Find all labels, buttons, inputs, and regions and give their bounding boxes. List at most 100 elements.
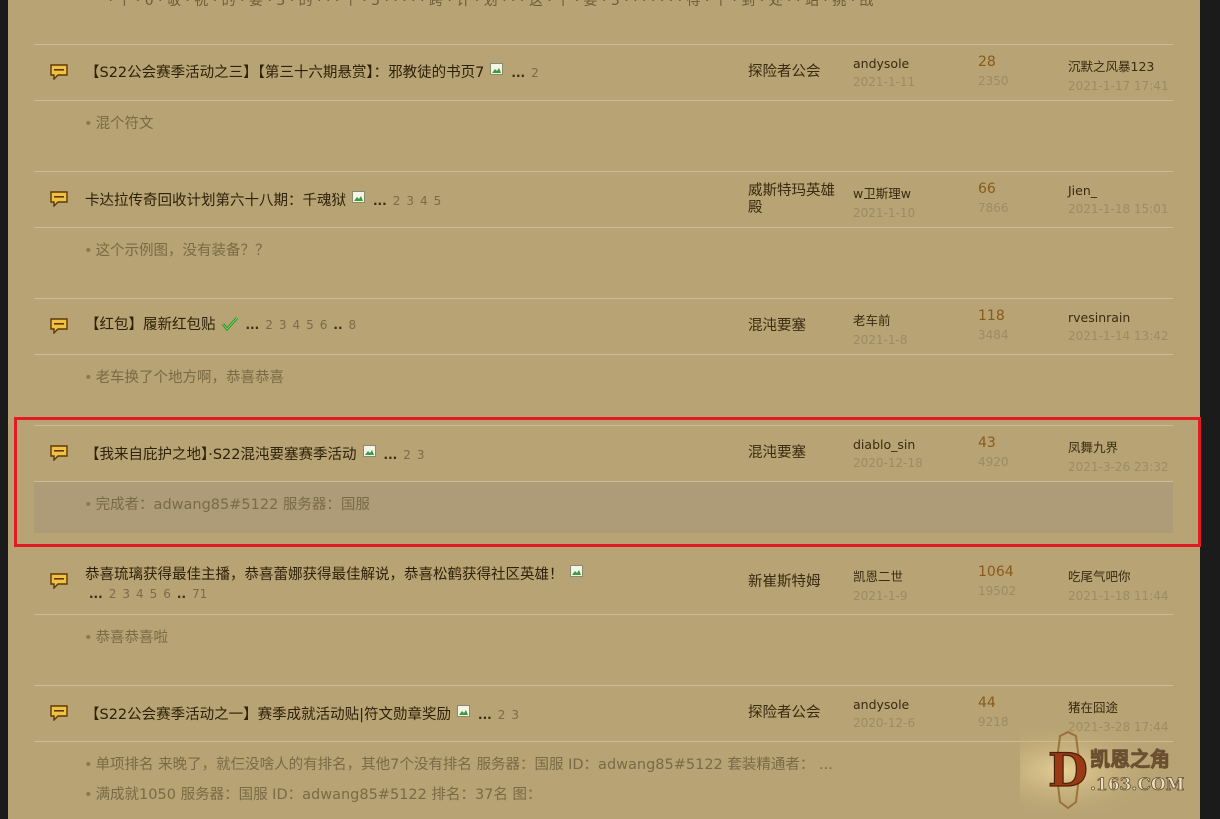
page-link[interactable]: 2 xyxy=(393,194,401,208)
reply-count: 118 xyxy=(978,308,1005,324)
page-link[interactable]: 8 xyxy=(349,318,357,332)
thread-stats: 118 3484 xyxy=(978,308,1009,342)
view-count: 3484 xyxy=(978,328,1009,342)
last-reply-time[interactable]: 2021-1-18 15:01 xyxy=(1068,202,1169,216)
reply-count: 44 xyxy=(978,695,996,711)
post-date: 2020-12-6 xyxy=(853,716,916,730)
thread-row: 卡达拉传奇回收计划第六十八期：千魂狱 ... 2 3 4 5 威斯特玛英雄殿 w卫斯理w 2… xyxy=(34,171,1173,296)
last-reply-time[interactable]: 2021-1-18 11:44 xyxy=(1068,589,1169,603)
page-link[interactable]: 5 xyxy=(434,194,442,208)
image-attachment-icon xyxy=(457,703,471,717)
thread-pages-line: ... 2 3 4 5 6.. 71 xyxy=(89,584,213,604)
post-date: 2021-1-8 xyxy=(853,333,908,347)
last-reply-user[interactable]: 猪在囧途 xyxy=(1068,700,1118,715)
reply-preview[interactable]: 混个符文 xyxy=(84,112,154,133)
author-info: andysole 2020-12-6 xyxy=(853,697,915,730)
page-link[interactable]: 2 xyxy=(531,66,539,80)
image-attachment-icon xyxy=(569,563,583,577)
logo-letter: D xyxy=(1048,743,1088,797)
speech-bubble-icon[interactable] xyxy=(50,64,68,80)
last-reply-user[interactable]: rvesinrain xyxy=(1068,310,1130,325)
page-link[interactable]: 6 xyxy=(320,318,328,332)
author-link[interactable]: andysole xyxy=(853,56,909,71)
author-link[interactable]: andysole xyxy=(853,697,909,712)
last-reply-user[interactable]: 沉默之风暴123 xyxy=(1068,59,1154,74)
thread-title-line: 恭喜琉璃获得最佳主播，恭喜蕾娜获得最佳解说，恭喜松鹤获得社区英雄！ xyxy=(85,563,583,585)
author-link[interactable]: w卫斯理w xyxy=(853,186,911,201)
reply-count: 66 xyxy=(978,181,996,197)
last-reply-info: Jien_ 2021-1-18 15:01 xyxy=(1068,183,1169,216)
thread-stats: 28 2350 xyxy=(978,54,1009,88)
thread-title-link[interactable]: 【S22公会赛季活动之三】【第三十六期悬赏】：邪教徒的书页7 xyxy=(85,65,484,81)
reply-preview[interactable]: 满成就1050 服务器：国服 ID：adwang85#5122 排名：37名 图… xyxy=(84,783,542,804)
page-link[interactable]: 2 xyxy=(109,587,117,601)
page-link[interactable]: 71 xyxy=(192,587,207,601)
view-count: 2350 xyxy=(978,74,1009,88)
thread-title-link[interactable]: 【红包】履新红包贴 xyxy=(85,317,216,333)
page-link[interactable]: 4 xyxy=(136,587,144,601)
reply-preview[interactable]: 老车换了个地方啊，恭喜恭喜 xyxy=(84,366,285,387)
forum-link[interactable]: 探险者公会 xyxy=(748,705,848,722)
thread-title-link[interactable]: 恭喜琉璃获得最佳主播，恭喜蕾娜获得最佳解说，恭喜松鹤获得社区英雄！ xyxy=(85,567,564,583)
page-link[interactable]: 5 xyxy=(306,318,314,332)
site-logo-watermark: D 凯恩之角 .163.COM xyxy=(1020,728,1195,813)
thread-row: 【S22公会赛季活动之三】【第三十六期悬赏】：邪教徒的书页7 ... 2 探险者公会… xyxy=(34,44,1173,169)
page-link[interactable]: 4 xyxy=(292,318,300,332)
thread-row: 【红包】履新红包贴 ... 2 3 4 5 6.. 8 混沌要塞 老车前 2021-1-8 11… xyxy=(34,298,1173,423)
page-link[interactable]: 3 xyxy=(406,194,414,208)
last-reply-info: 沉默之风暴123 2021-1-17 17:41 xyxy=(1068,56,1169,93)
cut-off-preview-text: 一 · 个 · 0 · 敬 · 祝 · 的 · 要 · 3 · 的 · · · … xyxy=(90,0,874,9)
speech-bubble-icon[interactable] xyxy=(50,191,68,207)
logo-domain: .163.COM xyxy=(1090,775,1185,795)
highlight-outline xyxy=(14,417,1201,547)
thread-title-line: 卡达拉传奇回收计划第六十八期：千魂狱 ... 2 3 4 5 xyxy=(85,189,447,211)
forum-link[interactable]: 探险者公会 xyxy=(748,64,848,81)
forum-link[interactable]: 混沌要塞 xyxy=(748,318,848,335)
page-links: ... 2 xyxy=(511,66,539,80)
page-link[interactable]: 2 xyxy=(265,318,273,332)
post-date: 2021-1-11 xyxy=(853,75,916,89)
page-link[interactable]: 4 xyxy=(420,194,428,208)
page-link[interactable]: 3 xyxy=(122,587,130,601)
page-links: ... 2 3 4 5 6.. 71 xyxy=(89,587,208,601)
window-frame-right xyxy=(1200,0,1220,819)
reply-preview[interactable]: 恭喜恭喜啦 xyxy=(84,626,169,647)
view-count: 19502 xyxy=(978,584,1017,598)
speech-bubble-icon[interactable] xyxy=(50,573,68,589)
thread-stats: 66 7866 xyxy=(978,181,1009,215)
author-info: 凯恩二世 2021-1-9 xyxy=(853,566,907,603)
logo-site-name: 凯恩之角 xyxy=(1090,747,1170,771)
image-attachment-icon xyxy=(490,61,504,75)
author-link[interactable]: 凯恩二世 xyxy=(853,569,903,584)
page-link[interactable]: 3 xyxy=(511,708,519,722)
page-link[interactable]: 5 xyxy=(150,587,158,601)
forum-link[interactable]: 新崔斯特姆 xyxy=(748,574,848,591)
reply-preview[interactable]: 这个示例图，没有装备？？ xyxy=(84,239,270,260)
last-reply-time[interactable]: 2021-1-14 13:42 xyxy=(1068,329,1169,343)
view-count: 9218 xyxy=(978,715,1009,729)
thread-title-link[interactable]: 卡达拉传奇回收计划第六十八期：千魂狱 xyxy=(85,193,346,209)
last-reply-user[interactable]: Jien_ xyxy=(1068,183,1097,198)
image-attachment-icon xyxy=(352,189,365,203)
thread-stats: 44 9218 xyxy=(978,695,1009,729)
reply-preview[interactable]: 单项排名 来晚了，就仨没啥人的有排名，其他7个没有排名 服务器：国服 ID：ad… xyxy=(84,753,833,774)
view-count: 7866 xyxy=(978,201,1009,215)
author-info: andysole 2021-1-11 xyxy=(853,56,915,89)
thread-row: 恭喜琉璃获得最佳主播，恭喜蕾娜获得最佳解说，恭喜松鹤获得社区英雄！ ... 2 3 4… xyxy=(34,552,1173,684)
thread-title-link[interactable]: 【S22公会赛季活动之一】赛季成就活动贴|符文勋章奖励 xyxy=(85,707,451,723)
speech-bubble-icon[interactable] xyxy=(50,705,68,721)
page-links: ... 2 3 xyxy=(478,708,520,722)
page-link[interactable]: 6 xyxy=(163,587,171,601)
thread-row: 【S22公会赛季活动之一】赛季成就活动贴|符文勋章奖励 ... 2 3 探险者公会 a… xyxy=(34,685,1173,819)
thread-title-line: 【S22公会赛季活动之一】赛季成就活动贴|符文勋章奖励 ... 2 3 xyxy=(85,703,525,725)
page-link[interactable]: 3 xyxy=(279,318,287,332)
speech-bubble-icon[interactable] xyxy=(50,318,68,334)
reply-count: 28 xyxy=(978,54,996,70)
last-reply-time[interactable]: 2021-1-17 17:41 xyxy=(1068,79,1169,93)
last-reply-user[interactable]: 吃尾气吧你 xyxy=(1068,569,1131,584)
page-link[interactable]: 2 xyxy=(498,708,506,722)
post-date: 2021-1-9 xyxy=(853,589,908,603)
author-info: w卫斯理w 2021-1-10 xyxy=(853,183,915,220)
forum-link[interactable]: 威斯特玛英雄殿 xyxy=(748,183,848,217)
author-link[interactable]: 老车前 xyxy=(853,313,891,328)
